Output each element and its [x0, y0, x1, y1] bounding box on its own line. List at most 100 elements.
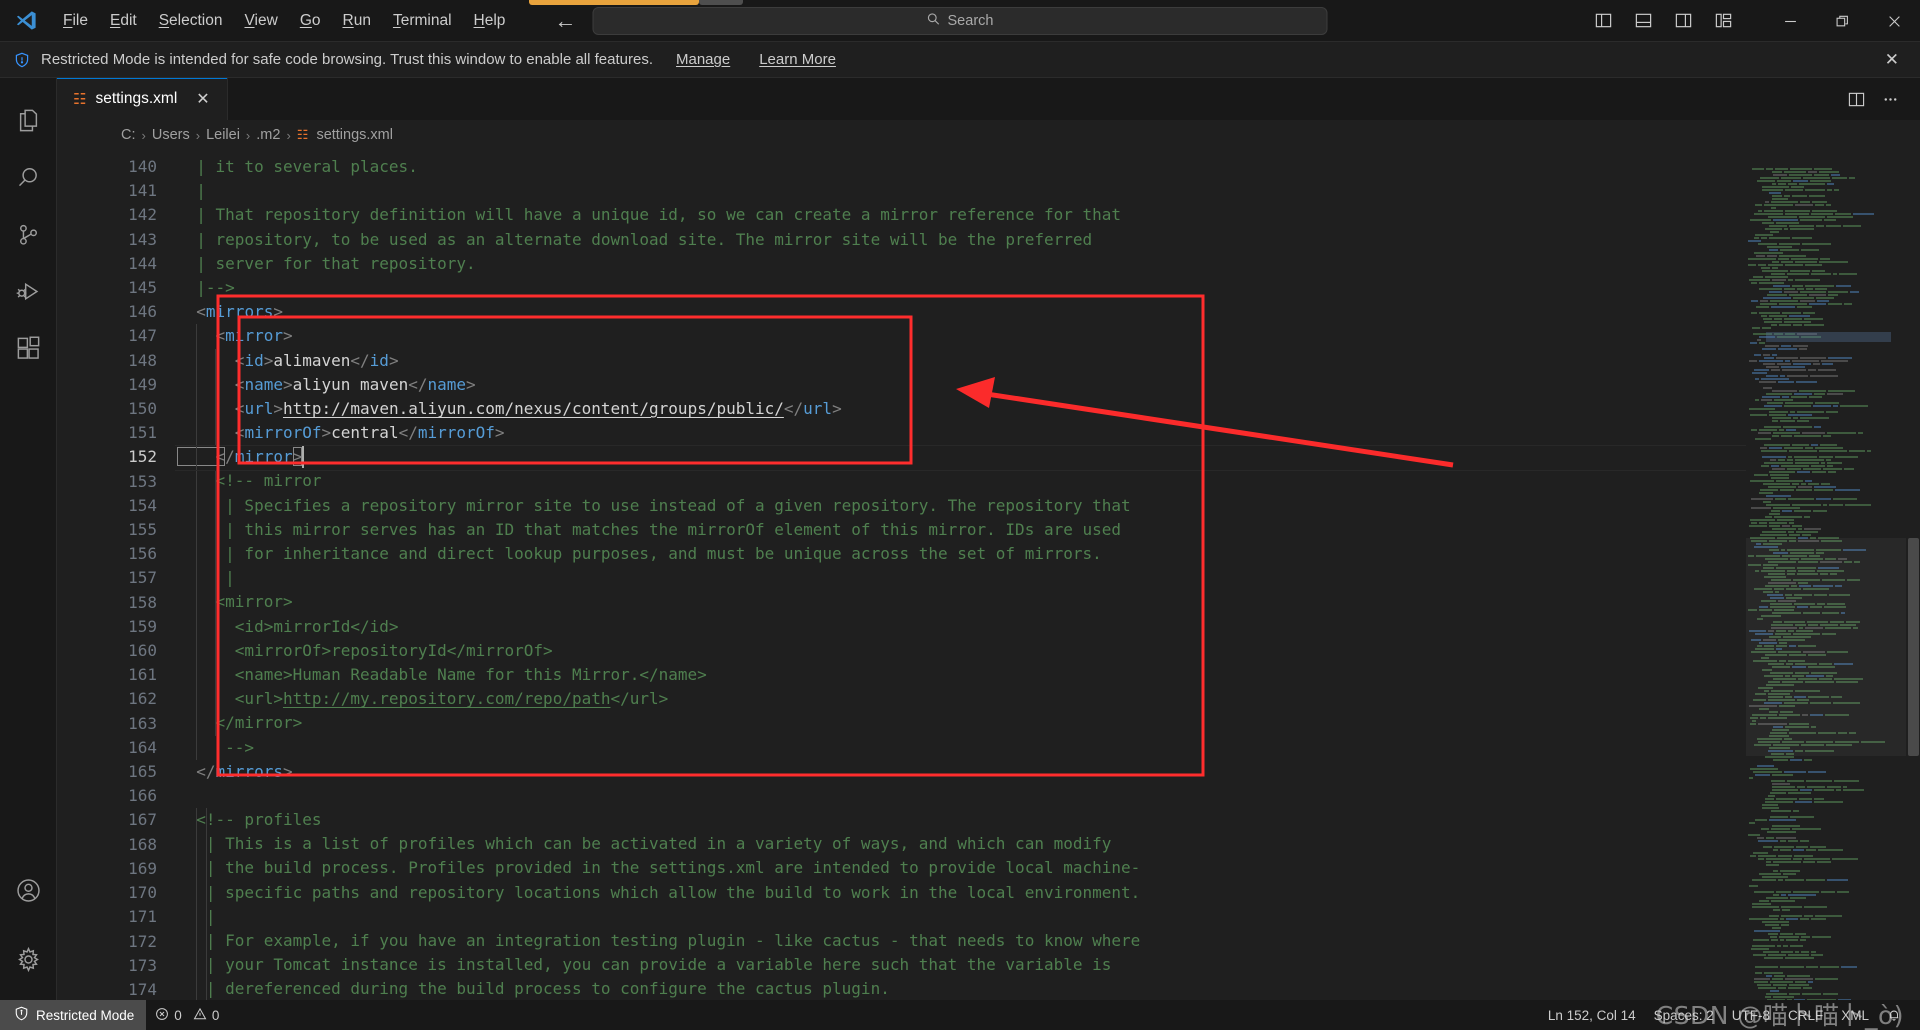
status-cursor-position[interactable]: Ln 152, Col 14	[1539, 1000, 1645, 1030]
toggle-secondary-sidebar-icon[interactable]	[1668, 6, 1698, 36]
status-problems[interactable]: 0 0	[146, 1000, 228, 1030]
code-line[interactable]: <name>aliyun maven</name>	[177, 373, 1746, 397]
ellipsis-icon[interactable]	[1876, 85, 1904, 113]
code-line[interactable]: <id>alimaven</id>	[177, 349, 1746, 373]
code-editor[interactable]: 140 141 142 143 144 145 146 147 148 149 150 151 152 1…	[57, 150, 1920, 1000]
scrollbar-thumb[interactable]	[1908, 538, 1919, 756]
banner-manage-link[interactable]: Manage	[676, 51, 730, 68]
toggle-primary-sidebar-icon[interactable]	[1588, 6, 1618, 36]
accounts-button[interactable]	[0, 862, 57, 919]
sidebar-item-source-control[interactable]	[0, 206, 57, 263]
code-line[interactable]: </mirrors>	[177, 760, 1746, 784]
minimap-slider[interactable]	[1746, 538, 1906, 756]
status-indentation[interactable]: Spaces: 2	[1645, 1000, 1723, 1030]
code-line[interactable]: <mirrorOf>repositoryId</mirrorOf>	[177, 639, 1746, 663]
code-line[interactable]: | repository, to be used as an alternate…	[177, 228, 1746, 252]
code-line[interactable]: | That repository definition will have a…	[177, 203, 1746, 227]
code-line[interactable]: <mirror>	[177, 590, 1746, 614]
code-line[interactable]: <id>mirrorId</id>	[177, 615, 1746, 639]
arrow-left-icon[interactable]: ←	[554, 9, 576, 32]
code-line[interactable]: | this mirror serves has an ID that matc…	[177, 518, 1746, 542]
settings-gear-icon[interactable]	[0, 931, 57, 988]
code-line[interactable]: -->	[177, 736, 1746, 760]
menu-run[interactable]: Run	[332, 7, 382, 34]
activity-bar	[0, 78, 57, 1000]
minimap-row	[1746, 946, 1906, 959]
code-line[interactable]: |-->	[177, 276, 1746, 300]
code-line[interactable]: <mirror>	[177, 324, 1746, 348]
code-line[interactable]: |	[177, 566, 1746, 590]
status-language-mode[interactable]: XML	[1832, 1000, 1878, 1030]
code-line[interactable]	[177, 784, 1746, 808]
code-line[interactable]: | the build process. Profiles provided i…	[177, 856, 1746, 880]
code-line[interactable]: | your Tomcat instance is installed, you…	[177, 953, 1746, 977]
menu-selection[interactable]: Selection	[148, 7, 234, 34]
search-input[interactable]: Search	[592, 6, 1328, 35]
status-eol[interactable]: CRLF	[1779, 1000, 1832, 1030]
banner-close-icon[interactable]: ✕	[1878, 47, 1906, 73]
minimap-row	[1746, 817, 1906, 830]
code-line[interactable]: <name>Human Readable Name for this Mirro…	[177, 663, 1746, 687]
customize-layout-icon[interactable]	[1708, 6, 1738, 36]
minimap[interactable]	[1746, 150, 1906, 1000]
menu-file[interactable]: File	[52, 7, 99, 34]
breadcrumb-item-0[interactable]: C:	[121, 127, 136, 143]
minimap-row	[1746, 316, 1906, 329]
tab-settings-xml[interactable]: ☷ settings.xml ✕	[57, 78, 228, 120]
restore-button[interactable]	[1816, 0, 1868, 42]
toggle-panel-icon[interactable]	[1628, 6, 1658, 36]
code-line[interactable]: </mirror>	[177, 711, 1746, 735]
sidebar-item-search[interactable]	[0, 149, 57, 206]
sidebar-item-run-debug[interactable]	[0, 263, 57, 320]
code-line[interactable]: </mirror>	[177, 445, 1746, 469]
menu-bar[interactable]: File Edit Selection View Go Run Terminal…	[52, 7, 516, 34]
menu-help[interactable]: Help	[463, 7, 517, 34]
title-bar: File Edit Selection View Go Run Terminal…	[0, 0, 1920, 42]
code-token: >	[273, 398, 283, 418]
minimap-row	[1746, 388, 1906, 401]
close-button[interactable]	[1868, 0, 1920, 42]
vertical-scrollbar[interactable]	[1906, 150, 1920, 1000]
code-token: name	[427, 374, 466, 394]
code-line[interactable]: <!-- profiles	[177, 808, 1746, 832]
code-line[interactable]: | This is a list of profiles which can b…	[177, 832, 1746, 856]
breadcrumb-item-3[interactable]: .m2	[256, 127, 280, 143]
status-restricted-mode[interactable]: Restricted Mode	[0, 1000, 147, 1030]
breadcrumb-item-1[interactable]: Users	[152, 127, 190, 143]
code-line[interactable]: <url>http://my.repository.com/repo/path<…	[177, 687, 1746, 711]
editor-actions	[1842, 78, 1920, 120]
menu-edit[interactable]: Edit	[99, 7, 148, 34]
code-line[interactable]: | Specifies a repository mirror site to …	[177, 494, 1746, 518]
split-editor-icon[interactable]	[1842, 85, 1870, 113]
sidebar-item-extensions[interactable]	[0, 320, 57, 377]
code-line[interactable]: | server for that repository.	[177, 252, 1746, 276]
code-line[interactable]: | For example, if you have an integratio…	[177, 929, 1746, 953]
code-line[interactable]: <url>http://maven.aliyun.com/nexus/conte…	[177, 397, 1746, 421]
status-encoding[interactable]: UTF-8	[1723, 1000, 1779, 1030]
sidebar-item-explorer[interactable]	[0, 92, 57, 149]
menu-view[interactable]: View	[233, 7, 288, 34]
command-center[interactable]: Search	[592, 6, 1328, 35]
code-line[interactable]: <mirrors>	[177, 300, 1746, 324]
code-token: <	[177, 374, 245, 394]
breadcrumb-item-4[interactable]: settings.xml	[316, 127, 393, 143]
code-line[interactable]: | it to several places.	[177, 155, 1746, 179]
breadcrumb-item-2[interactable]: Leilei	[206, 127, 240, 143]
code-line[interactable]: |	[177, 179, 1746, 203]
menu-go[interactable]: Go	[289, 7, 332, 34]
minimap-row	[1746, 847, 1906, 860]
minimize-button[interactable]	[1764, 0, 1816, 42]
bell-icon[interactable]	[1878, 1000, 1910, 1030]
code-line[interactable]: <!-- mirror	[177, 469, 1746, 493]
minimap-row	[1746, 436, 1906, 449]
code-line[interactable]: | specific paths and repository location…	[177, 881, 1746, 905]
code-line[interactable]: | for inheritance and direct lookup purp…	[177, 542, 1746, 566]
code-content[interactable]: | it to several places. | | That reposit…	[175, 150, 1746, 1000]
tab-close-icon[interactable]: ✕	[192, 88, 213, 110]
code-line[interactable]: |	[177, 905, 1746, 929]
code-line[interactable]: <mirrorOf>central</mirrorOf>	[177, 421, 1746, 445]
banner-learn-more-link[interactable]: Learn More	[759, 51, 836, 68]
code-line[interactable]: | dereferenced during the build process …	[177, 977, 1746, 1000]
menu-terminal[interactable]: Terminal	[382, 7, 463, 34]
minimap-row	[1746, 433, 1906, 446]
